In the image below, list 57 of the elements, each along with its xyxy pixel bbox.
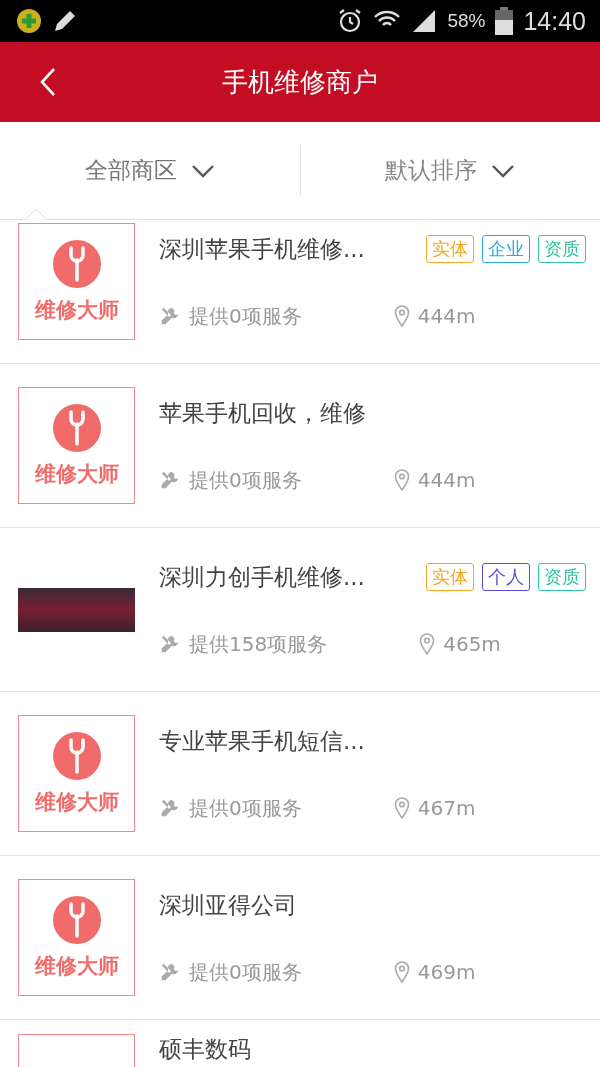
chevron-down-icon bbox=[491, 163, 516, 178]
tag-label: 企业 bbox=[482, 235, 530, 263]
wrench-logo-icon bbox=[52, 239, 101, 288]
filter-dropdown[interactable]: 默认排序 bbox=[299, 145, 600, 196]
merchant-row[interactable]: 维修大师 深圳亚得公司 提供0项服务 469m bbox=[0, 856, 600, 1020]
location-pin-icon bbox=[393, 469, 410, 491]
battery-icon bbox=[495, 7, 514, 35]
merchant-name: 专业苹果手机短信... bbox=[159, 726, 365, 756]
location-pin-icon bbox=[393, 305, 410, 327]
location-pin-icon bbox=[393, 961, 410, 983]
tag-label: 资质 bbox=[538, 235, 586, 263]
distance-text: 467m bbox=[417, 796, 476, 820]
wrench-logo-icon bbox=[52, 731, 101, 780]
merchant-name: 深圳力创手机维修... bbox=[159, 562, 365, 592]
signal-icon bbox=[411, 8, 438, 34]
battery-percent: 58% bbox=[447, 10, 486, 32]
service-count: 提供0项服务 bbox=[189, 794, 302, 822]
tools-icon bbox=[159, 305, 181, 327]
wrench-logo-icon bbox=[52, 403, 101, 452]
tag-label: 个人 bbox=[482, 563, 530, 591]
merchant-row[interactable]: 维修大师 专业苹果手机短信... 提供0项服务 467m bbox=[0, 692, 600, 856]
service-count: 提供158项服务 bbox=[189, 630, 328, 658]
logo-text: 维修大师 bbox=[34, 460, 119, 488]
distance-text: 444m bbox=[417, 304, 476, 328]
merchant-row[interactable]: 深圳力创手机维修... 实体 个人 资质 提供158项服务 465m bbox=[0, 528, 600, 692]
location-pin-icon bbox=[393, 797, 410, 819]
merchant-row[interactable]: 维修大师 苹果手机回收，维修 提供0项服务 444m bbox=[0, 364, 600, 528]
tools-icon bbox=[159, 633, 181, 655]
merchant-name: 硕丰数码 bbox=[159, 1035, 251, 1064]
tools-icon bbox=[159, 469, 181, 491]
distance-text: 444m bbox=[417, 468, 476, 492]
merchant-name: 深圳苹果手机维修... bbox=[159, 234, 365, 264]
chevron-down-icon bbox=[190, 163, 215, 178]
merchant-row[interactable]: 维修大师 深圳苹果手机维修... 实体 企业 资质 提供0项服务 444m bbox=[0, 200, 600, 364]
tag-label: 实体 bbox=[426, 235, 474, 263]
tag-label: 实体 bbox=[426, 563, 474, 591]
merchant-name: 深圳亚得公司 bbox=[159, 890, 297, 920]
merchant-row[interactable]: 硕丰数码 bbox=[0, 1020, 600, 1067]
service-count: 提供0项服务 bbox=[189, 302, 302, 330]
logo-text: 维修大师 bbox=[34, 296, 119, 324]
location-pin-icon bbox=[419, 633, 436, 655]
app-plus-icon bbox=[16, 8, 42, 34]
distance-text: 465m bbox=[443, 632, 501, 656]
service-count: 提供0项服务 bbox=[189, 466, 302, 494]
distance-text: 469m bbox=[417, 960, 476, 984]
logo-text: 维修大师 bbox=[34, 788, 119, 816]
logo-text: 维修大师 bbox=[34, 952, 119, 980]
page-title: 手机维修商户 bbox=[222, 65, 378, 99]
filter-dropdown[interactable]: 全部商区 bbox=[0, 145, 300, 196]
wrench-logo-icon bbox=[52, 895, 101, 944]
merchant-name: 苹果手机回收，维修 bbox=[159, 398, 366, 428]
clock-time: 14:40 bbox=[523, 6, 586, 36]
tools-icon bbox=[159, 797, 181, 819]
tools-icon bbox=[159, 961, 181, 983]
pencil-icon bbox=[52, 8, 78, 34]
tag-label: 资质 bbox=[538, 563, 586, 591]
service-count: 提供0项服务 bbox=[189, 958, 302, 986]
